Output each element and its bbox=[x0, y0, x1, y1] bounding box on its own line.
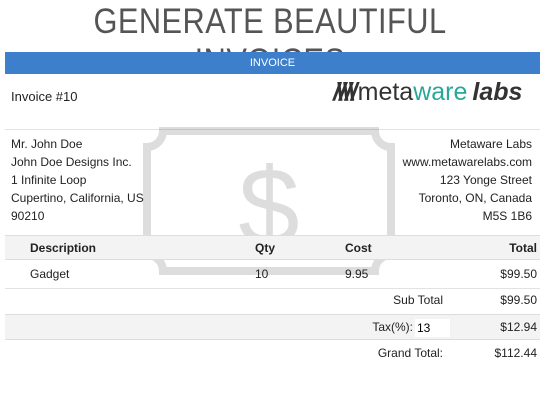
logo-labs: labs bbox=[472, 78, 523, 106]
logo-meta: meta bbox=[357, 78, 414, 106]
logo-mark: /\/\/\/ bbox=[333, 78, 358, 106]
item-total: $99.50 bbox=[500, 267, 537, 281]
invoice-number: Invoice #10 bbox=[11, 89, 78, 104]
address-line: Toronto, ON, Canada bbox=[418, 191, 532, 205]
tax-value: $12.94 bbox=[500, 320, 537, 334]
table-header: Description Qty Cost Total bbox=[5, 235, 540, 260]
tax-row: Tax(%): $12.94 bbox=[5, 314, 540, 340]
col-description: Description bbox=[30, 241, 97, 255]
col-total: Total bbox=[509, 241, 537, 255]
address-line: 1 Infinite Loop bbox=[11, 173, 87, 187]
item-description: Gadget bbox=[30, 267, 70, 281]
subtotal-value: $99.50 bbox=[500, 293, 537, 307]
bill-to-address: Metaware Labs www.metawarelabs.com 123 Y… bbox=[403, 135, 532, 225]
invoice-header-bar: INVOICE bbox=[5, 52, 540, 74]
bill-from-address: Mr. John Doe John Doe Designs Inc. 1 Inf… bbox=[11, 135, 144, 225]
address-line: Mr. John Doe bbox=[11, 137, 83, 151]
item-qty: 10 bbox=[255, 267, 269, 281]
grand-total-label: Grand Total: bbox=[377, 346, 443, 360]
col-cost: Cost bbox=[345, 241, 372, 255]
table-row: Gadget 10 9.95 $99.50 bbox=[5, 262, 540, 288]
grand-total-value: $112.44 bbox=[494, 346, 538, 360]
address-line: John Doe Designs Inc. bbox=[11, 155, 132, 169]
subtotal-label: Sub Total bbox=[393, 293, 443, 307]
address-line: 123 Yonge Street bbox=[439, 173, 532, 187]
address-line: Metaware Labs bbox=[449, 137, 532, 151]
logo-ware: ware bbox=[413, 78, 468, 106]
tax-label: Tax(%): bbox=[372, 320, 413, 334]
company-logo: /\/\/\/metaware labs bbox=[333, 78, 522, 107]
address-line: Cupertino, California, US bbox=[11, 191, 144, 205]
col-qty: Qty bbox=[255, 241, 276, 255]
address-line: M5S 1B6 bbox=[482, 209, 532, 223]
subtotal-row: Sub Total $99.50 bbox=[5, 288, 540, 314]
item-cost: 9.95 bbox=[345, 267, 369, 281]
tax-rate-input[interactable] bbox=[415, 319, 450, 337]
grand-total-row: Grand Total: $112.44 bbox=[5, 341, 540, 367]
address-line: www.metawarelabs.com bbox=[402, 155, 532, 169]
address-line: 90210 bbox=[11, 209, 45, 223]
